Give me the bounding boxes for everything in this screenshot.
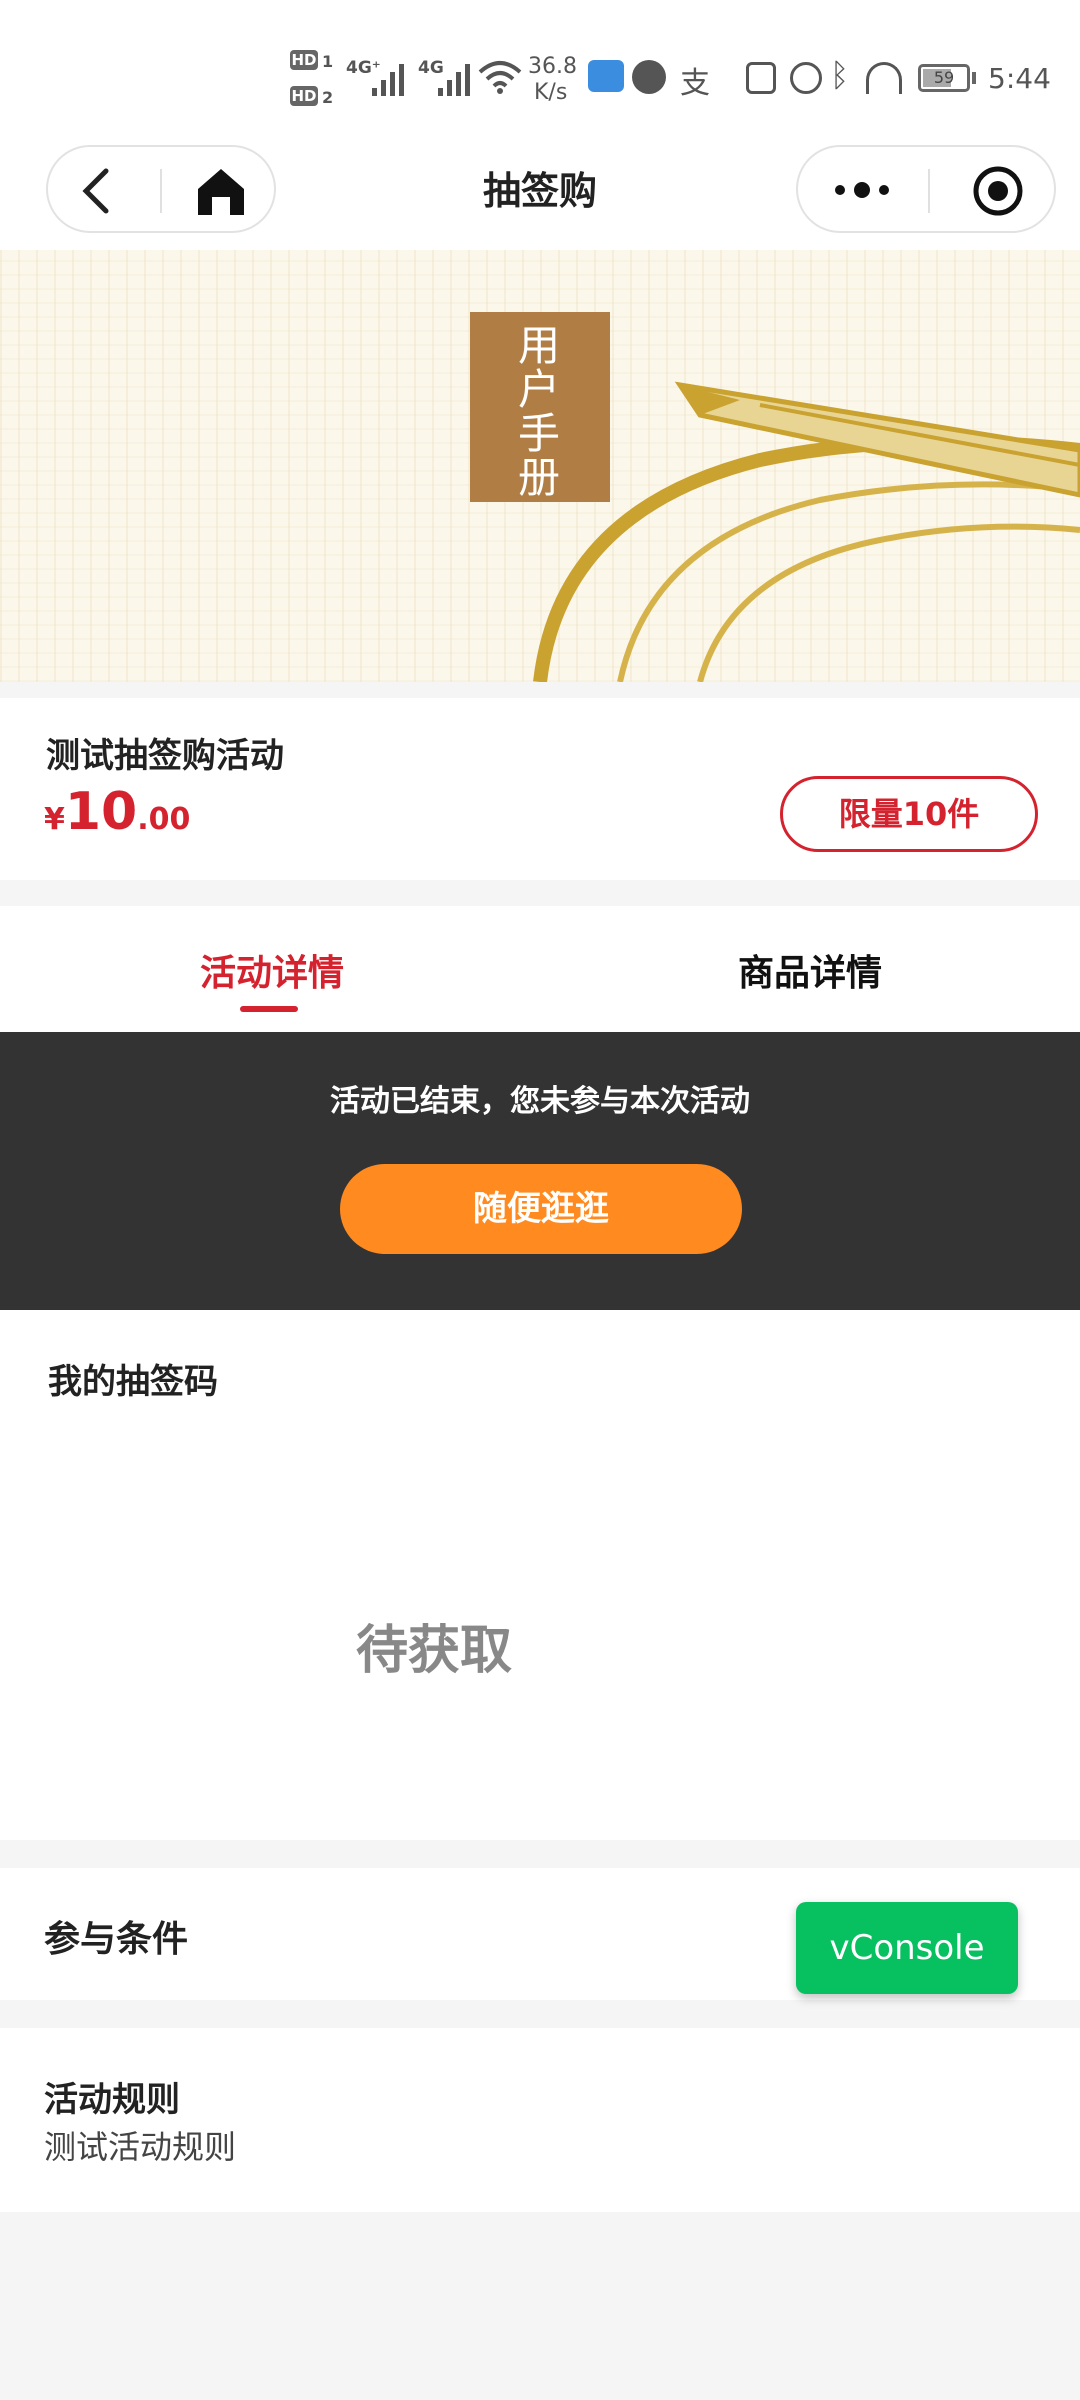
hd-badge-2: HD [290, 86, 318, 106]
active-tab-indicator [240, 1006, 298, 1012]
tab-product-details[interactable]: 商品详情 [540, 944, 1080, 996]
network-speed-unit: K/s [534, 80, 567, 105]
capsule-divider [928, 169, 930, 213]
sim-2-label: 2 [322, 88, 333, 107]
manual-char: 用 [470, 324, 610, 368]
battery-icon: 59 [918, 64, 970, 92]
price-currency: ¥ [44, 802, 65, 837]
speedometer-icon [866, 62, 902, 94]
product-name: 测试抽签购活动 [46, 728, 284, 777]
lottery-codes-title: 我的抽签码 [48, 1354, 218, 1403]
manual-char: 手 [470, 412, 610, 456]
message-app-icon [588, 60, 624, 92]
network-speed-value: 36.8 [528, 54, 577, 79]
activity-rules-text: 测试活动规则 [44, 2122, 236, 2168]
vconsole-button[interactable]: vConsole [796, 1902, 1018, 1994]
lottery-code-status: 待获取 [356, 1608, 512, 1683]
battery-level: 59 [921, 67, 967, 89]
wifi-icon [478, 60, 522, 96]
product-price: ¥10.00 [44, 782, 190, 842]
alarm-icon [790, 62, 822, 94]
signal-icon-2 [436, 58, 476, 98]
browse-button[interactable]: 随便逛逛 [340, 1164, 742, 1254]
user-manual-label: 用 户 手 册 [470, 312, 610, 502]
tab-activity-details[interactable]: 活动详情 [2, 944, 542, 996]
price-decimal: .00 [137, 802, 190, 837]
nav-right-capsule [796, 145, 1056, 233]
signal-icon-1 [370, 58, 410, 98]
location-app-icon [632, 60, 666, 94]
sim-1-label: 1 [322, 52, 333, 71]
bluetooth-icon: ᛒ [830, 56, 849, 94]
close-miniprogram-icon[interactable] [970, 163, 1026, 219]
activity-rules-title: 活动规则 [44, 2072, 180, 2121]
manual-char: 册 [470, 456, 610, 500]
manual-char: 户 [470, 368, 610, 412]
alipay-icon: 支 [680, 58, 710, 102]
battery-tip [972, 72, 976, 84]
nfc-icon [746, 62, 776, 94]
clock: 5:44 [988, 62, 1051, 95]
participation-conditions-title[interactable]: 参与条件 [44, 1910, 188, 1962]
price-integer: 10 [65, 782, 137, 842]
more-icon[interactable] [832, 175, 892, 205]
limit-quantity-badge: 限量10件 [780, 776, 1038, 852]
activity-ended-message: 活动已结束，您未参与本次活动 [0, 1076, 1080, 1120]
hd-badge-1: HD [290, 50, 318, 70]
